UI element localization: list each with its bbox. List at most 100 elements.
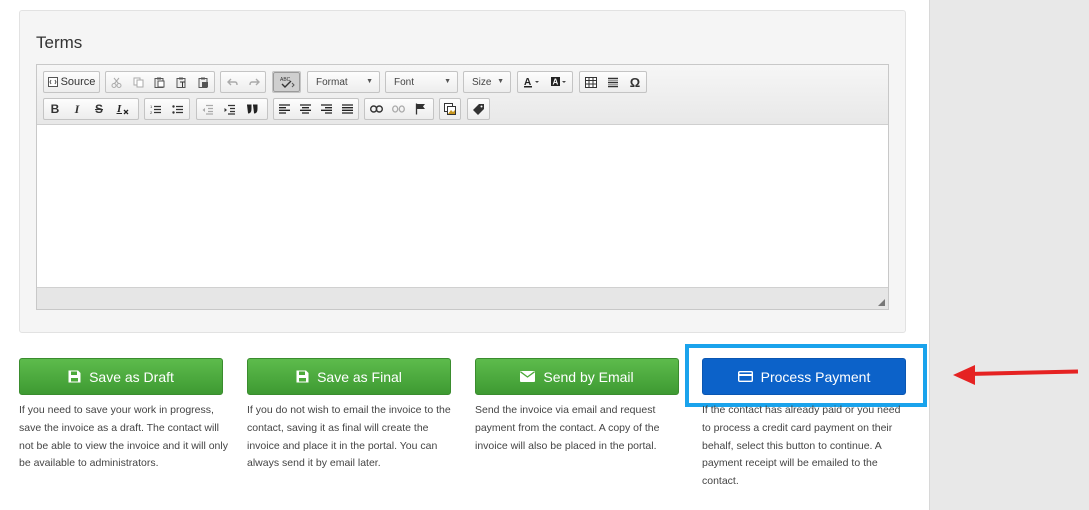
editor-statusbar xyxy=(37,287,888,309)
color-group: A A xyxy=(517,71,573,93)
paste-button[interactable] xyxy=(149,72,171,92)
remove-format-icon: I xyxy=(116,103,130,115)
send-email-button[interactable]: Send by Email xyxy=(475,358,679,395)
save-draft-button[interactable]: Save as Draft xyxy=(19,358,223,395)
copy-button[interactable] xyxy=(128,72,150,92)
terms-title: Terms xyxy=(36,33,83,52)
remove-format-button[interactable]: I xyxy=(110,99,136,119)
spellcheck-button[interactable]: ABC xyxy=(273,72,300,92)
send-email-description: Send the invoice via email and request p… xyxy=(475,404,660,452)
floppy-disk-icon xyxy=(296,370,309,383)
special-char-button[interactable]: Ω xyxy=(624,72,646,92)
paste-word-button[interactable] xyxy=(192,72,214,92)
spellcheck-group: ABC xyxy=(272,71,301,93)
spellcheck-icon: ABC xyxy=(279,76,295,88)
save-draft-description: If you need to save your work in progres… xyxy=(19,404,228,470)
placeholder-tag-button[interactable] xyxy=(468,99,489,119)
editor-content-area[interactable] xyxy=(37,126,888,287)
clipboard-group xyxy=(105,71,215,93)
align-right-button[interactable] xyxy=(316,99,337,119)
basic-styles-group: B I S I xyxy=(43,98,139,120)
size-dropdown[interactable]: Size ▼ xyxy=(463,71,511,93)
link-button[interactable] xyxy=(365,99,387,119)
resize-handle-icon[interactable] xyxy=(878,299,885,306)
outdent-button[interactable] xyxy=(197,99,219,119)
horizontal-line-button[interactable] xyxy=(602,72,624,92)
bulleted-list-button[interactable] xyxy=(167,99,189,119)
tag-group xyxy=(467,98,490,120)
italic-button[interactable]: I xyxy=(66,99,88,119)
copy-icon xyxy=(133,77,144,88)
envelope-icon xyxy=(520,371,536,382)
indent-button[interactable] xyxy=(219,99,241,119)
floppy-disk-icon xyxy=(68,370,81,383)
list-group: 12 xyxy=(144,98,190,120)
process-payment-description: If the contact has already paid or you n… xyxy=(702,404,901,488)
table-button[interactable] xyxy=(580,72,602,92)
paste-text-button[interactable] xyxy=(171,72,193,92)
blockquote-icon xyxy=(246,104,258,114)
cut-button[interactable] xyxy=(106,72,128,92)
italic-icon: I xyxy=(74,101,80,116)
image-group xyxy=(439,98,461,120)
pointer-arrow-icon xyxy=(953,365,975,385)
font-label: Font xyxy=(394,76,415,88)
insert-group: Ω xyxy=(579,71,647,93)
svg-text:1: 1 xyxy=(150,104,153,109)
align-center-icon xyxy=(300,104,311,114)
background-color-icon: A xyxy=(550,76,568,88)
format-label: Format xyxy=(316,76,348,88)
image-button[interactable] xyxy=(440,99,460,119)
indent-group xyxy=(196,98,268,120)
strike-button[interactable]: S xyxy=(88,99,110,119)
source-icon xyxy=(47,77,58,87)
align-left-button[interactable] xyxy=(274,99,295,119)
text-color-button[interactable]: A xyxy=(518,72,545,92)
right-side-panel xyxy=(929,0,1089,510)
size-label: Size xyxy=(472,76,492,88)
svg-text:A: A xyxy=(552,78,558,87)
source-button[interactable]: Source xyxy=(44,72,99,92)
outdent-icon xyxy=(202,104,214,115)
link-group xyxy=(364,98,434,120)
align-justify-button[interactable] xyxy=(337,99,358,119)
bold-button[interactable]: B xyxy=(44,99,66,119)
align-left-icon xyxy=(279,104,290,114)
highlight-box xyxy=(685,344,927,407)
link-icon xyxy=(369,105,383,113)
text-color-icon: A xyxy=(523,76,541,88)
save-final-label: Save as Final xyxy=(317,368,402,385)
save-final-description: If you do not wish to email the invoice … xyxy=(247,404,451,470)
unlink-icon xyxy=(391,105,405,113)
source-label: Source xyxy=(60,76,96,88)
font-dropdown-arrow-icon: ▼ xyxy=(444,78,451,85)
numbered-list-icon: 12 xyxy=(150,104,162,115)
save-final-button[interactable]: Save as Final xyxy=(247,358,451,395)
flag-icon xyxy=(415,103,426,115)
alignment-group xyxy=(273,98,359,120)
history-group xyxy=(220,71,266,93)
paste-text-icon xyxy=(176,77,187,88)
align-center-button[interactable] xyxy=(295,99,316,119)
background-color-button[interactable]: A xyxy=(545,72,572,92)
indent-icon xyxy=(224,104,236,115)
redo-button[interactable] xyxy=(243,72,265,92)
undo-button[interactable] xyxy=(221,72,243,92)
font-dropdown[interactable]: Font ▼ xyxy=(385,71,458,93)
unlink-button[interactable] xyxy=(387,99,409,119)
editor-toolbar: Source ABC Format ▼ Font ▼ Size ▼ A A Ω … xyxy=(37,65,888,125)
bulleted-list-icon xyxy=(172,104,184,115)
blockquote-button[interactable] xyxy=(241,99,263,119)
tag-icon xyxy=(472,103,485,115)
svg-text:2: 2 xyxy=(150,110,153,115)
send-email-label: Send by Email xyxy=(543,368,634,385)
image-icon xyxy=(444,103,456,115)
format-dropdown[interactable]: Format ▼ xyxy=(307,71,380,93)
omega-icon: Ω xyxy=(629,74,641,90)
numbered-list-button[interactable]: 12 xyxy=(145,99,167,119)
align-justify-icon xyxy=(342,104,353,114)
bold-icon: B xyxy=(50,102,60,116)
anchor-button[interactable] xyxy=(409,99,431,119)
horizontal-line-icon xyxy=(607,77,619,88)
align-right-icon xyxy=(321,104,332,114)
